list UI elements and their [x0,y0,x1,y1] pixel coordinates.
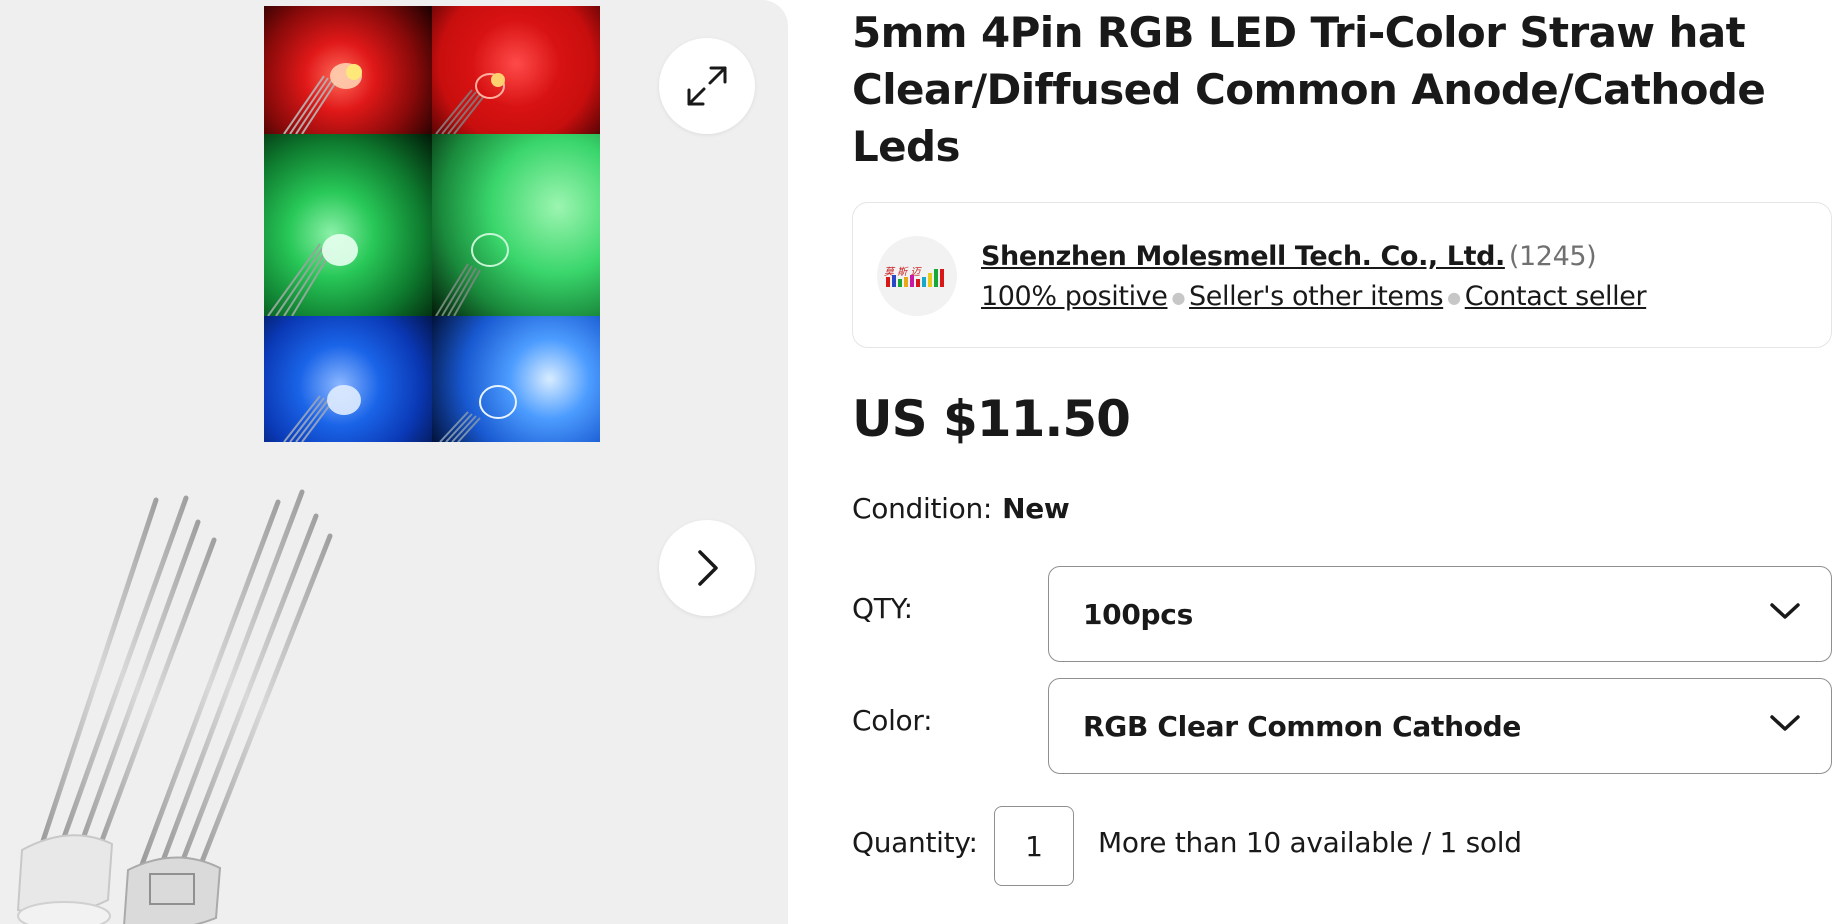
seller-name-link[interactable]: Shenzhen Molesmell Tech. Co., Ltd. [981,241,1505,272]
seller-positive-link[interactable]: 100% positive [981,281,1168,312]
product-image-rgb-grid[interactable] [264,6,600,442]
led-blue-diffused-image [264,316,432,442]
seller-feedback-count: (1245) [1508,241,1597,272]
next-image-button[interactable] [659,520,755,616]
expand-image-button[interactable] [659,38,755,134]
qty-select-value: 100pcs [1083,597,1193,631]
separator-dot: ● [1447,287,1461,307]
image-gallery [0,0,788,924]
product-image-led-pins[interactable] [0,470,420,924]
availability-text: More than 10 available / 1 sold [1098,826,1522,859]
led-green-clear-image [432,134,600,316]
item-price: US $11.50 [852,390,1131,448]
led-red-clear-image [432,6,600,134]
led-green-diffused-image [264,134,432,316]
seller-logo[interactable]: 莫 斯 迈 [877,236,957,316]
listing-title: 5mm 4Pin RGB LED Tri-Color Straw hat Cle… [852,8,1766,171]
quantity-label: Quantity: [852,826,978,859]
chevron-down-icon [1770,603,1800,619]
seller-other-items-link[interactable]: Seller's other items [1189,281,1444,312]
qty-select[interactable]: 100pcs [1048,566,1832,662]
seller-card: 莫 斯 迈 Shenzhen Molesmell Tech. Co., Ltd.… [852,202,1832,348]
qty-label: QTY: [852,592,913,625]
expand-arrows-icon [687,66,727,106]
condition-label: Condition: [852,492,993,525]
color-select[interactable]: RGB Clear Common Cathode [1048,678,1832,774]
svg-text:莫 斯 迈: 莫 斯 迈 [884,266,922,278]
color-select-value: RGB Clear Common Cathode [1083,709,1522,743]
led-red-diffused-image [264,6,432,134]
quantity-input[interactable] [994,806,1074,886]
condition-value: New [1002,492,1070,525]
separator-dot: ● [1171,287,1186,307]
condition-row: Condition: New [852,492,1070,525]
contact-seller-link[interactable]: Contact seller [1465,281,1647,312]
led-blue-clear-image [432,316,600,442]
chevron-down-icon [1770,715,1800,731]
seller-info: Shenzhen Molesmell Tech. Co., Ltd. (1245)… [981,237,1647,318]
color-label: Color: [852,704,933,737]
chevron-right-icon [698,550,718,586]
